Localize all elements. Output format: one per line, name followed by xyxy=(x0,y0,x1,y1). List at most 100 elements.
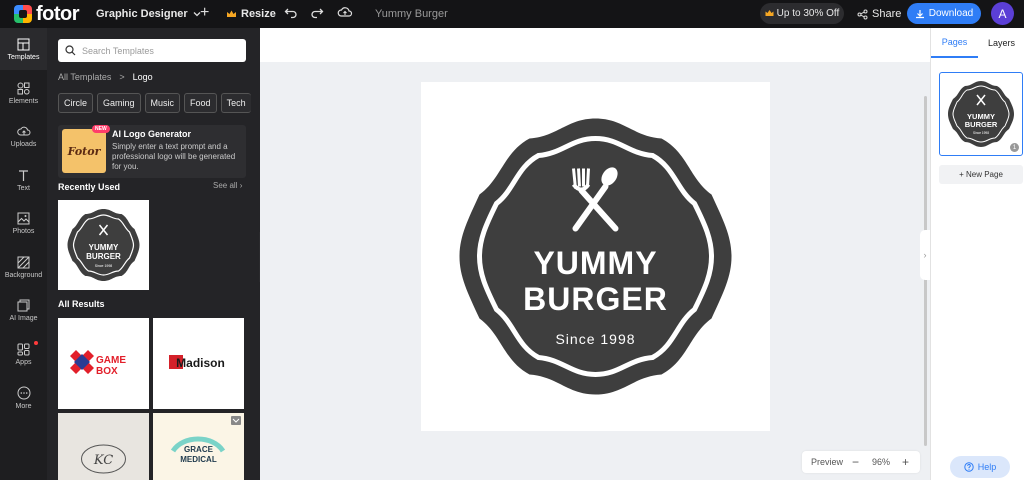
add-icon[interactable]: + xyxy=(200,4,209,22)
download-button[interactable]: Download xyxy=(907,3,981,24)
cloud-save-icon[interactable] xyxy=(337,5,353,22)
chip-gaming[interactable]: Gaming xyxy=(97,93,141,113)
breadcrumb: All Templates > Logo xyxy=(58,72,153,82)
promo-button[interactable]: Up to 30% Off xyxy=(760,3,844,24)
brand-name: fotor xyxy=(36,2,80,25)
share-button[interactable]: Share xyxy=(857,0,901,28)
see-all-link[interactable]: See all › xyxy=(213,181,242,190)
left-rail: Templates Elements Uploads Text Photos B… xyxy=(0,28,47,480)
breadcrumb-root[interactable]: All Templates xyxy=(58,72,111,82)
crown-icon xyxy=(227,10,236,17)
rail-label: Photos xyxy=(12,227,35,235)
madison-brand: Madison xyxy=(176,356,225,370)
rail-item-templates[interactable]: Templates xyxy=(0,28,47,70)
rail-label: Uploads xyxy=(10,140,37,148)
zoom-in-button[interactable]: + xyxy=(902,455,909,469)
rail-item-ai-image[interactable]: AI Image xyxy=(0,289,47,331)
search-placeholder: Search Templates xyxy=(82,45,154,56)
rail-item-background[interactable]: Background xyxy=(0,246,47,288)
game-line1: GAME xyxy=(96,355,126,366)
collapse-right-panel-handle[interactable]: › xyxy=(920,230,930,280)
share-label: Share xyxy=(872,8,902,20)
new-page-button[interactable]: + New Page xyxy=(939,165,1023,184)
page-number-badge: 1 xyxy=(1010,143,1019,152)
download-icon xyxy=(915,9,924,18)
search-input[interactable]: Search Templates xyxy=(58,39,246,62)
avatar[interactable]: A xyxy=(991,2,1014,25)
chip-circle[interactable]: Circle xyxy=(58,93,94,113)
tab-pages[interactable]: Pages xyxy=(931,28,978,58)
elements-icon xyxy=(17,82,30,95)
templates-icon xyxy=(17,38,30,50)
canvas-toolbar xyxy=(260,28,930,62)
page-thumbnail-logo: YUMMY BURGER Since 1998 xyxy=(948,81,1014,147)
fotor-logo-icon xyxy=(14,5,32,23)
resize-label: Resize xyxy=(241,8,276,20)
top-bar: fotor Graphic Designer + Resize Yummy Bu… xyxy=(0,0,1024,28)
recent-template-yummy-burger[interactable]: YUMMY BURGER Since 1998 xyxy=(58,200,149,290)
all-results-heading: All Results xyxy=(58,299,105,309)
chip-music[interactable]: Music xyxy=(144,93,181,113)
preview-button[interactable]: Preview xyxy=(811,457,843,467)
designer-label: Graphic Designer xyxy=(96,8,188,20)
rail-item-more[interactable]: More xyxy=(0,377,47,419)
result-template-kc[interactable]: KC xyxy=(58,413,149,480)
category-chips: Circle Gaming Music Food Tech xyxy=(58,93,251,113)
thumb-line2: BURGER xyxy=(86,252,121,261)
chip-food[interactable]: Food xyxy=(184,93,217,113)
ai-logo-generator-card[interactable]: Fotor NEW AI Logo Generator Simply enter… xyxy=(58,125,246,178)
rail-label: Text xyxy=(17,184,30,192)
promo-label: Up to 30% Off xyxy=(776,8,840,19)
chip-tech[interactable]: Tech xyxy=(220,93,251,113)
game-box-thumbnail: GAME BOX xyxy=(70,350,126,377)
rail-item-elements[interactable]: Elements xyxy=(0,72,47,114)
crown-icon xyxy=(765,10,774,16)
result-template-madison[interactable]: Madison xyxy=(153,318,244,409)
zoom-level[interactable]: 96% xyxy=(872,457,890,467)
help-button[interactable]: Help xyxy=(950,456,1010,478)
result-template-game-box[interactable]: GAME BOX xyxy=(58,318,149,409)
grace-line1: GRACE xyxy=(184,445,214,454)
yummy-burger-logo: YUMMY BURGER Since 1998 xyxy=(459,118,732,395)
rail-label: More xyxy=(15,403,32,410)
logo-line2: BURGER xyxy=(523,281,668,317)
help-label: Help xyxy=(977,462,997,472)
artboard[interactable]: YUMMY BURGER Since 1998 xyxy=(421,82,770,431)
kc-thumbnail: KC xyxy=(81,444,126,474)
pages-panel: Pages Layers YUMMY BURGER Since 1998 1 +… xyxy=(930,28,1024,480)
zoom-out-button[interactable]: − xyxy=(852,455,859,469)
page-thumb-line2: BURGER xyxy=(965,120,998,129)
rail-label: Elements xyxy=(8,97,39,105)
background-icon xyxy=(17,256,30,268)
resize-button[interactable]: Resize xyxy=(226,0,276,28)
rail-label: Apps xyxy=(15,358,32,366)
designer-dropdown[interactable]: Graphic Designer xyxy=(96,0,202,28)
breadcrumb-separator: > xyxy=(119,72,125,82)
undo-icon[interactable] xyxy=(284,5,298,22)
rail-item-uploads[interactable]: Uploads xyxy=(0,115,47,157)
new-badge: NEW xyxy=(92,125,110,133)
redo-icon[interactable] xyxy=(310,5,324,22)
notification-dot xyxy=(34,341,38,345)
page-thumbnail[interactable]: YUMMY BURGER Since 1998 1 xyxy=(939,72,1023,156)
thumb-since: Since 1998 xyxy=(95,264,113,268)
yummy-burger-thumbnail: YUMMY BURGER Since 1998 xyxy=(67,209,140,281)
rail-label: AI Image xyxy=(9,314,38,322)
recently-used-heading: Recently Used xyxy=(58,182,121,192)
page-thumb-since: Since 1998 xyxy=(973,131,989,135)
more-icon xyxy=(17,386,30,400)
search-icon xyxy=(65,45,76,56)
rail-label: Templates xyxy=(7,53,40,61)
result-template-grace-medical[interactable]: GRACE MEDICAL xyxy=(153,413,244,480)
rail-item-text[interactable]: Text xyxy=(0,159,47,201)
rail-item-photos[interactable]: Photos xyxy=(0,202,47,244)
ai-card-description: Simply enter a text prompt and a profess… xyxy=(112,142,236,171)
document-title[interactable]: Yummy Burger xyxy=(375,0,448,28)
rail-item-apps[interactable]: Apps xyxy=(0,333,47,375)
brand-logo[interactable]: fotor xyxy=(14,0,80,28)
ai-image-icon xyxy=(17,299,30,311)
apps-icon xyxy=(17,343,30,355)
tab-layers[interactable]: Layers xyxy=(978,28,1024,58)
templates-panel: Search Templates All Templates > Logo Ci… xyxy=(47,28,260,480)
rail-label: Background xyxy=(4,271,43,279)
